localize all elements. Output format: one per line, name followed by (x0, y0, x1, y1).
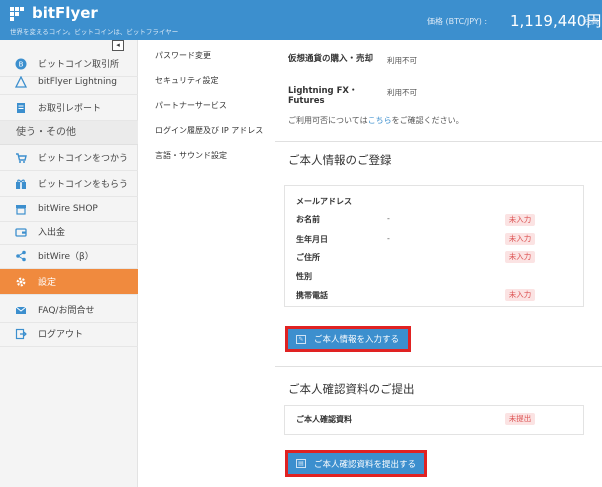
button-label: ご本人確認資料を提出する (314, 459, 417, 470)
divider (275, 141, 602, 142)
identity-docs-title: ご本人確認資料のご提出 (288, 382, 415, 396)
note-suffix: をご確認ください。 (391, 116, 464, 125)
sidebar-item-label: bitWire（β） (38, 252, 94, 262)
sidebar-item-settings[interactable]: 設定 (0, 269, 138, 295)
status-badge: 未入力 (505, 214, 535, 226)
availability-value-crypto: 利用不可 (387, 56, 417, 65)
bitflyer-logo-icon[interactable] (10, 7, 28, 21)
field-label-mobile: 携帯電話 (296, 291, 328, 300)
report-icon (14, 101, 28, 115)
edit-icon: ✎ (296, 334, 306, 344)
sidebar-item-label: bitWire SHOP (38, 203, 98, 214)
personal-info-title: ご本人情報のご登録 (288, 153, 392, 167)
availability-label-fx: Lightning FX・Futures (288, 86, 358, 106)
brand-name[interactable]: bitFlyer (32, 4, 98, 22)
settings-nav-language[interactable]: 言語・サウンド設定 (155, 150, 227, 161)
gear-icon (14, 275, 28, 289)
field-label-gender: 性別 (296, 272, 312, 281)
sidebar-collapse-button[interactable]: ◂ (112, 40, 124, 51)
cart-icon (14, 151, 28, 165)
availability-label-crypto: 仮想通貨の購入・売却 (288, 54, 374, 64)
field-label-name: お名前 (296, 215, 320, 224)
sidebar-item-lightning[interactable]: bitFlyer Lightning (0, 69, 138, 95)
document-icon: ▤ (296, 459, 306, 468)
divider (275, 366, 602, 367)
status-badge: 未入力 (505, 233, 535, 245)
sidebar-item-bitwire[interactable]: bitWire（β） (0, 243, 138, 269)
sidebar-item-use-bitcoin[interactable]: ビットコインをつかう (0, 145, 138, 171)
settings-nav-partner[interactable]: パートナーサービス (155, 100, 227, 111)
sidebar-item-label: bitFlyer Lightning (38, 76, 117, 87)
field-value-birthdate: - (387, 234, 390, 243)
settings-nav-security[interactable]: セキュリティ設定 (155, 75, 219, 86)
sidebar-item-label: 設定 (38, 278, 57, 288)
balance-label[interactable]: 残高 (583, 16, 599, 27)
sidebar-item-logout[interactable]: ログアウト (0, 321, 138, 347)
availability-note: ご利用可否についてはこちらをご確認ください。 (288, 115, 464, 126)
field-label-birthdate: 生年月日 (296, 235, 328, 244)
sidebar-item-label: ビットコインをつかう (38, 154, 129, 164)
svg-text:B: B (19, 60, 24, 68)
sidebar-item-trade-report[interactable]: お取引レポート (0, 95, 138, 121)
sidebar-item-label: ビットコインをもらう (38, 180, 129, 190)
availability-value-fx: 利用不可 (387, 88, 417, 97)
shop-icon (14, 202, 28, 216)
highlight-box: ▤ ご本人確認資料を提出する (285, 450, 427, 477)
note-prefix: ご利用可否については (288, 116, 368, 125)
status-badge: 未入力 (505, 289, 535, 301)
sidebar-section-other: 使う・その他 (0, 121, 138, 145)
mail-icon (14, 303, 28, 317)
lightning-icon (14, 75, 28, 89)
share-icon (14, 249, 28, 263)
field-label-email: メールアドレス (296, 197, 352, 206)
submit-identity-docs-button[interactable]: ▤ ご本人確認資料を提出する (288, 453, 424, 474)
highlight-box: ✎ ご本人情報を入力する (285, 326, 411, 352)
field-label-identity-doc: ご本人確認資料 (296, 415, 352, 424)
sidebar-item-get-bitcoin[interactable]: ビットコインをもらう (0, 171, 138, 197)
settings-nav-password[interactable]: パスワード変更 (155, 50, 211, 61)
sidebar-item-label: お取引レポート (38, 104, 102, 114)
field-label-address: ご住所 (296, 253, 320, 262)
sidebar-item-faq[interactable]: FAQ/お問合せ (0, 297, 138, 323)
sidebar-item-label: FAQ/お問合せ (38, 306, 95, 316)
button-label: ご本人情報を入力する (314, 335, 400, 345)
wallet-icon (14, 225, 28, 239)
field-value-name: - (387, 214, 390, 223)
price-label: 価格 (BTC/JPY) : (427, 17, 488, 26)
top-header: bitFlyer 世界を変えるコイン。ビットコインは、ビットフライヤー 価格 (… (0, 0, 602, 40)
sidebar-item-deposit-withdraw[interactable]: 入出金 (0, 219, 138, 245)
sidebar-item-label: ログアウト (38, 330, 84, 340)
status-badge: 未提出 (505, 413, 535, 425)
status-badge: 未入力 (505, 251, 535, 263)
sidebar-item-label: 入出金 (38, 228, 66, 238)
enter-personal-info-button[interactable]: ✎ ご本人情報を入力する (288, 329, 408, 349)
settings-nav-login-history[interactable]: ログイン履歴及び IP アドレス (155, 125, 263, 136)
brand-tagline: 世界を変えるコイン。ビットコインは、ビットフライヤー (10, 28, 179, 36)
availability-link[interactable]: こちら (368, 116, 392, 125)
logout-icon (14, 327, 28, 341)
gift-icon (14, 177, 28, 191)
